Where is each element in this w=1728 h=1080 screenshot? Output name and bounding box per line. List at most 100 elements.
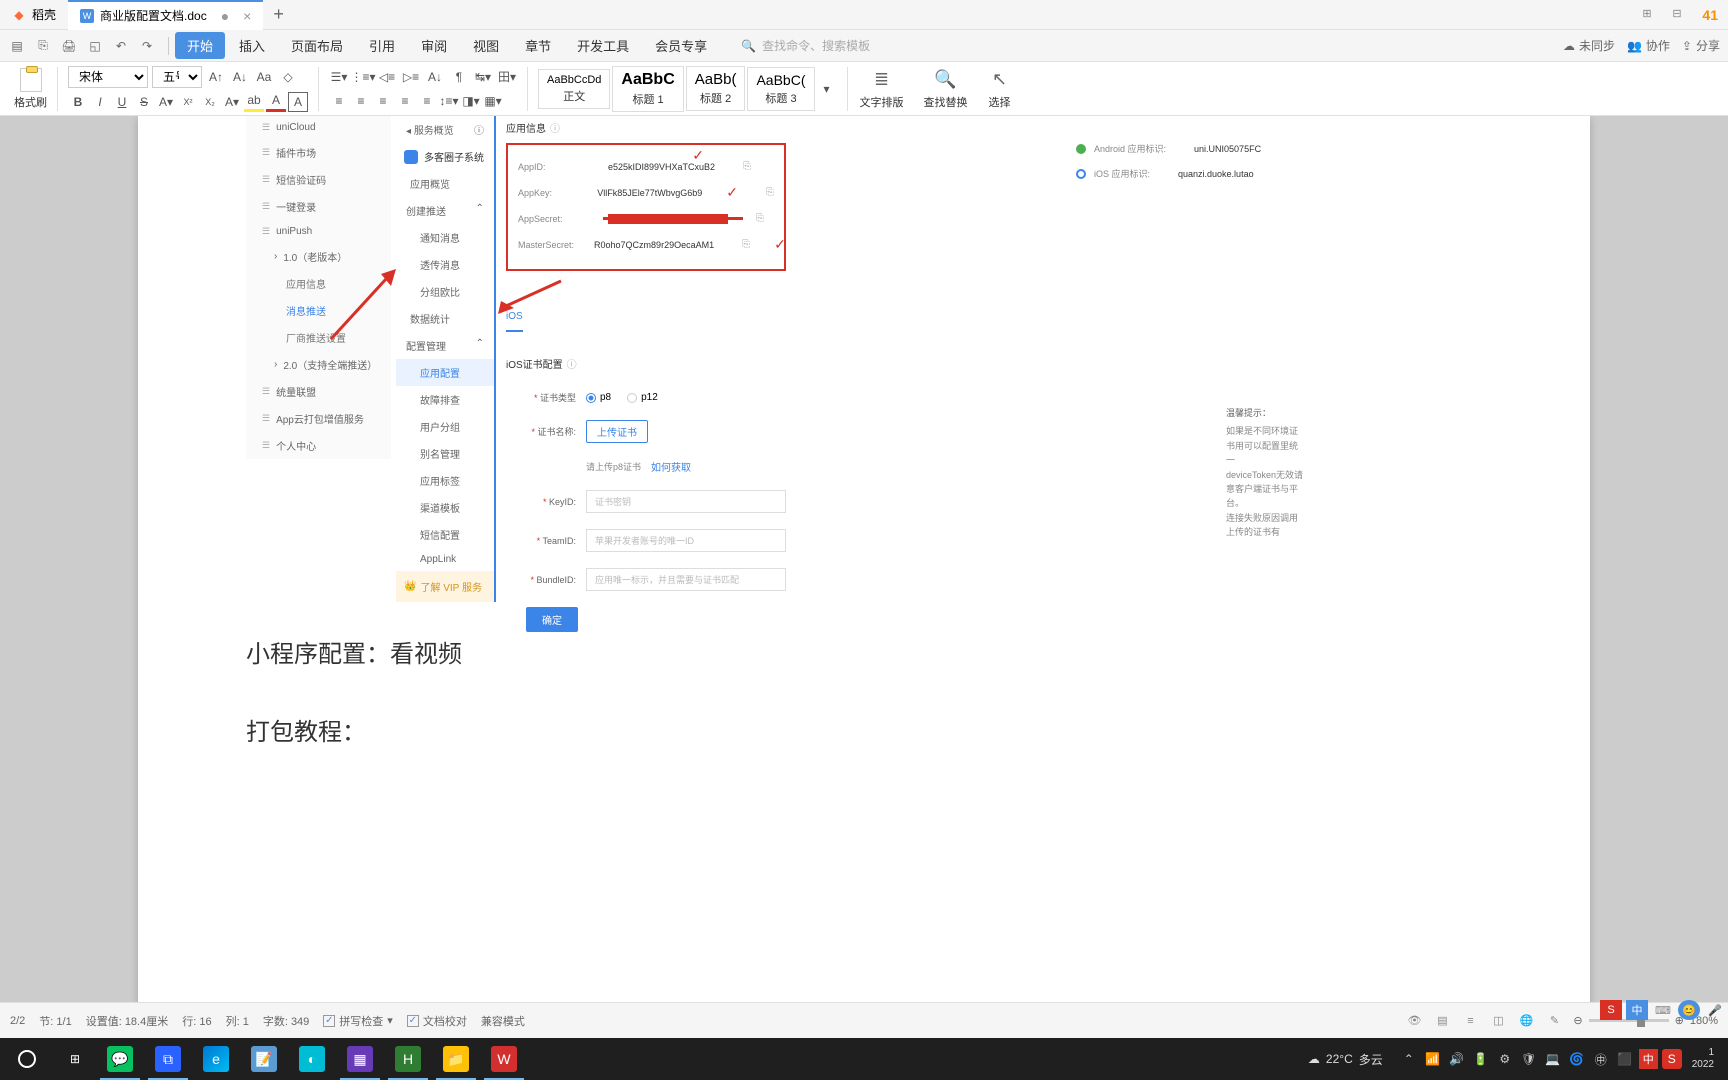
view-web-icon[interactable]: 🌐 (1517, 1012, 1535, 1030)
avatar-icon[interactable]: 😊 (1678, 1000, 1700, 1020)
print-preview-icon[interactable]: ◱ (86, 37, 104, 55)
edge-app[interactable]: e (192, 1038, 240, 1080)
strike-button[interactable]: S (134, 92, 154, 112)
align-justify-icon[interactable]: ≡ (395, 91, 415, 111)
tray-icon[interactable]: ⬛ (1615, 1049, 1635, 1069)
eye-icon[interactable]: 👁 (1405, 1012, 1423, 1030)
mic-icon[interactable]: 🎤 (1704, 1000, 1726, 1020)
style-h3[interactable]: AaBbC( 标题 3 (747, 67, 814, 111)
borders-icon[interactable]: ▦▾ (483, 91, 503, 111)
ime-indicator[interactable]: 中 (1639, 1049, 1658, 1069)
tray-icon[interactable]: 🔊 (1447, 1049, 1467, 1069)
numbered-list-icon[interactable]: ⋮≡▾ (353, 67, 373, 87)
highlight-icon[interactable]: ab (244, 92, 264, 112)
font-grow-icon[interactable]: A↑ (206, 67, 226, 87)
select-button[interactable]: ↖ 选择 (980, 68, 1020, 110)
tab-layout[interactable]: 页面布局 (279, 32, 355, 59)
tab-document[interactable]: W 商业版配置文档.doc ● × (68, 0, 263, 30)
tray-icon[interactable]: ⚙ (1495, 1049, 1515, 1069)
case-icon[interactable]: Aa (254, 67, 274, 87)
view-page-icon[interactable]: ▤ (1433, 1012, 1451, 1030)
document-area[interactable]: ☰uniCloud ☰插件市场 ☰短信验证码 ☰一键登录 ☰uniPush ›1… (0, 116, 1728, 1044)
paragraph-2[interactable]: 打包教程： (138, 714, 1590, 752)
tray-chevron-icon[interactable]: ⌃ (1399, 1049, 1419, 1069)
border-icon[interactable]: 田▾ (497, 67, 517, 87)
app-6[interactable]: ▦ (336, 1038, 384, 1080)
command-search[interactable]: 🔍 查找命令、搜索模板 (721, 37, 1561, 54)
explorer-app[interactable]: 📁 (432, 1038, 480, 1080)
apps-icon[interactable]: ⊟ (1672, 7, 1692, 23)
page-indicator[interactable]: 2/2 (10, 1015, 25, 1027)
app-5[interactable]: ◐ (288, 1038, 336, 1080)
notification-count[interactable]: 41 (1702, 7, 1718, 23)
tab-icon[interactable]: ↹▾ (473, 67, 493, 87)
tray-icon[interactable]: 🌀 (1567, 1049, 1587, 1069)
align-right-icon[interactable]: ≡ (373, 91, 393, 111)
unsync-button[interactable]: ☁未同步 (1563, 37, 1615, 54)
font-color-icon[interactable]: A (266, 92, 286, 112)
clear-format-icon[interactable]: ◇ (278, 67, 298, 87)
share-button[interactable]: ⇪分享 (1682, 37, 1720, 54)
ime-badge[interactable]: 中 (1626, 1000, 1648, 1020)
doccheck-toggle[interactable]: ✓文档校对 (407, 1013, 467, 1029)
font-size-select[interactable]: 五号 (152, 66, 202, 88)
font-shrink-icon[interactable]: A↓ (230, 67, 250, 87)
font-more-icon[interactable]: A▾ (156, 92, 176, 112)
superscript-button[interactable]: X² (178, 92, 198, 112)
style-normal[interactable]: AaBbCcDd 正文 (538, 69, 610, 109)
clock[interactable]: 1 2022 (1686, 1047, 1720, 1071)
style-h2[interactable]: AaBb( 标题 2 (686, 66, 746, 111)
para-icon[interactable]: ¶ (449, 67, 469, 87)
style-h1[interactable]: AaBbC 标题 1 (612, 66, 683, 112)
subscript-button[interactable]: X₂ (200, 92, 220, 112)
redo-icon[interactable]: ↷ (138, 37, 156, 55)
undo-icon[interactable]: ↶ (112, 37, 130, 55)
shading-icon[interactable]: ◨▾ (461, 91, 481, 111)
tab-close-icon[interactable]: × (243, 8, 251, 24)
window-layout-icon[interactable]: ⊞ (1642, 7, 1662, 23)
tab-reference[interactable]: 引用 (357, 32, 407, 59)
save-icon[interactable]: ▤ (8, 37, 26, 55)
hbuilder-app[interactable]: H (384, 1038, 432, 1080)
compat-mode[interactable]: 兼容模式 (481, 1013, 525, 1029)
paste-button[interactable]: 格式刷 (14, 68, 47, 110)
outdent-icon[interactable]: ◁≡ (377, 67, 397, 87)
text-layout-button[interactable]: ≣ 文字排版 (852, 68, 912, 110)
align-left-icon[interactable]: ≡ (329, 91, 349, 111)
tray-icon[interactable]: 🛡 (1519, 1049, 1539, 1069)
wps-app[interactable]: W (480, 1038, 528, 1080)
keyboard-icon[interactable]: ⌨ (1652, 1000, 1674, 1020)
tab-review[interactable]: 审阅 (409, 32, 459, 59)
tray-icon[interactable]: 📶 (1423, 1049, 1443, 1069)
sogou-badge[interactable]: S (1600, 1000, 1622, 1020)
spellcheck-toggle[interactable]: ✓拼写检查▾ (323, 1013, 393, 1029)
sogou-ime[interactable]: S (1662, 1049, 1682, 1069)
tab-view[interactable]: 视图 (461, 32, 511, 59)
print-icon[interactable]: 🖨 (60, 37, 78, 55)
tray-icon[interactable]: ㊥ (1591, 1049, 1611, 1069)
tab-daoke[interactable]: ◆ 稻壳 (0, 0, 68, 30)
bold-button[interactable]: B (68, 92, 88, 112)
styles-more-icon[interactable]: ▾ (817, 79, 837, 99)
char-border-icon[interactable]: A (288, 92, 308, 112)
zoom-out-icon[interactable]: ⊖ (1573, 1014, 1582, 1027)
sort-icon[interactable]: A↓ (425, 67, 445, 87)
tab-insert[interactable]: 插入 (227, 32, 277, 59)
taskview-button[interactable]: ⊞ (54, 1038, 96, 1080)
collab-button[interactable]: 👥协作 (1627, 37, 1670, 54)
tab-chapter[interactable]: 章节 (513, 32, 563, 59)
edit-icon[interactable]: ✎ (1545, 1012, 1563, 1030)
indent-icon[interactable]: ▷≡ (401, 67, 421, 87)
tab-devtools[interactable]: 开发工具 (565, 32, 641, 59)
wechat-app[interactable]: 💬 (96, 1038, 144, 1080)
tab-start[interactable]: 开始 (175, 32, 225, 59)
find-replace-button[interactable]: 🔍 查找替换 (916, 68, 976, 110)
weather-widget[interactable]: ☁ 22°C 多云 (1296, 1051, 1395, 1068)
text-effect-icon[interactable]: A▾ (222, 92, 242, 112)
paragraph-1[interactable]: 小程序配置：看视频 (138, 636, 1590, 674)
bullet-list-icon[interactable]: ☰▾ (329, 67, 349, 87)
line-spacing-icon[interactable]: ↕≡▾ (439, 91, 459, 111)
notepad-app[interactable]: 📝 (240, 1038, 288, 1080)
distribute-icon[interactable]: ≡ (417, 91, 437, 111)
tab-member[interactable]: 会员专享 (643, 32, 719, 59)
